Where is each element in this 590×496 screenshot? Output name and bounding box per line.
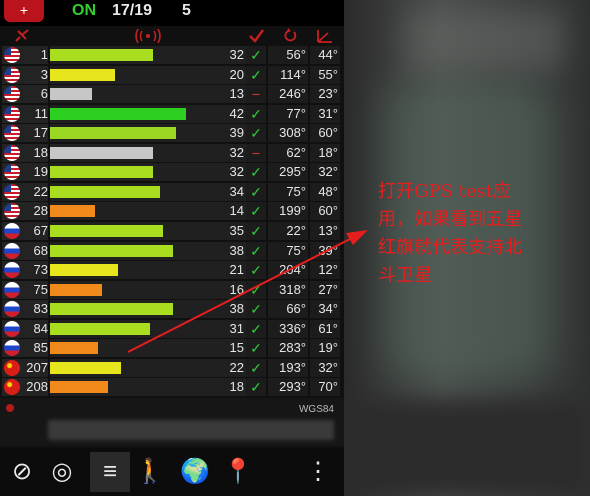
annotation-text: 打开GPS test应 用，如果看到五星 红旗就代表支持北 斗卫星 [378, 178, 578, 290]
annotation-line: 红旗就代表支持北 [378, 237, 522, 258]
annotation-line: 用，如果看到五星 [378, 209, 522, 230]
annotation-line: 打开GPS test应 [378, 181, 511, 202]
annotation-line: 斗卫星 [378, 265, 432, 286]
